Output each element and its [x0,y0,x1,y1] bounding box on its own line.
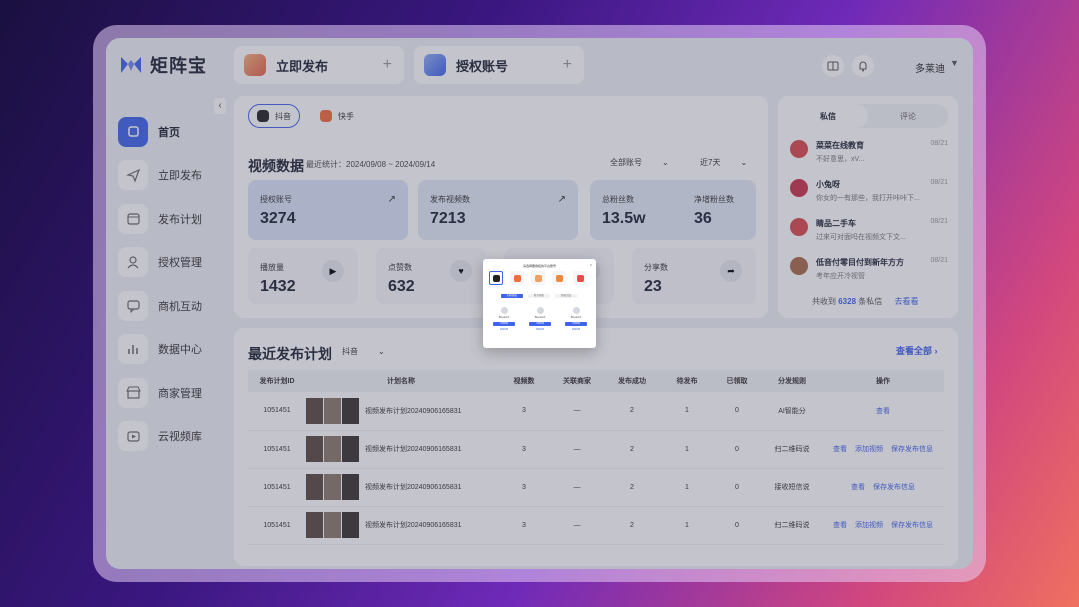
xiaohongshu-icon [534,274,542,282]
modal-platform-option[interactable] [531,271,545,285]
account-icon [572,307,580,314]
account-icon [500,307,508,314]
authorize-help-link[interactable]: 授权说明 [524,328,556,331]
modal-account-card: Bluetooth 立即授权 授权说明 [524,307,556,343]
authorize-button[interactable]: 立即授权 [493,322,515,326]
app-window: 矩阵宝 ‹ 首页 立即发布 发布计划 授权管理 商机互动 数据中心 商家管理 云视频库 立即发… [106,38,973,569]
authorize-button[interactable]: 立即授权 [565,322,587,326]
modal-step[interactable]: 账号授权 [528,294,550,298]
authorize-help-link[interactable]: 授权说明 [560,328,592,331]
modal-platform-option[interactable] [510,271,524,285]
account-icon [536,307,544,314]
modal-account-card: Bluetooth 立即授权 授权说明 [488,307,520,343]
close-icon[interactable]: × [590,262,592,267]
modal-account-card: Bluetooth 立即授权 授权说明 [560,307,592,343]
bilibili-icon [576,274,584,282]
modal-step[interactable]: 授权完成 [555,294,577,298]
authorize-help-link[interactable]: 授权说明 [488,328,520,331]
authorize-button[interactable]: 立即授权 [529,322,551,326]
modal-platform-option[interactable] [552,271,566,285]
shipinhao-icon [555,274,563,282]
authorize-platform-modal: 请选择要授权的平台账号 × 扫码授权 账号授权 授权完成 Bluetooth 立即授权… [483,259,596,348]
modal-step[interactable]: 扫码授权 [501,294,523,298]
modal-platform-option[interactable] [489,271,503,285]
douyin-icon [492,274,500,282]
window-frame: 矩阵宝 ‹ 首页 立即发布 发布计划 授权管理 商机互动 数据中心 商家管理 云视频库 立即发… [93,25,986,582]
kuaishou-icon [513,274,521,282]
modal-platform-option[interactable] [573,271,587,285]
modal-title: 请选择要授权的平台账号 [522,264,556,268]
